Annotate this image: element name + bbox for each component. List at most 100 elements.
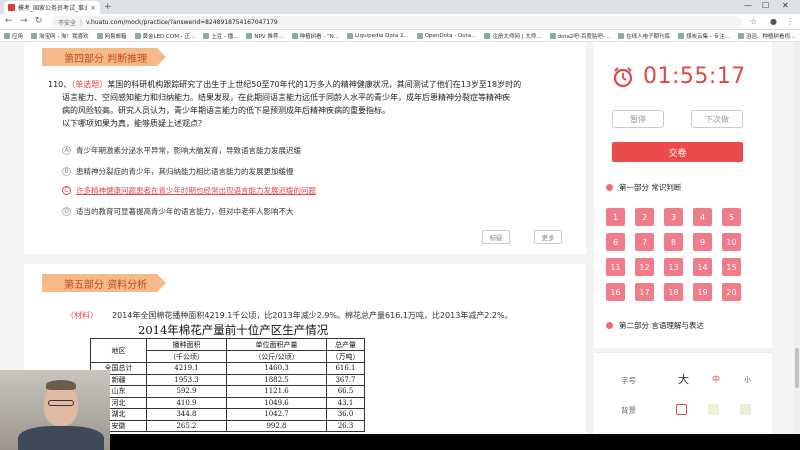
maximize-icon[interactable]: ☐ [762,1,769,10]
bookmark-item[interactable]: 黄金LED.COM - 正... [134,32,196,40]
bookmark-item[interactable]: 种植树看 - "N... [291,32,339,40]
table-row: 安徽 265.2 992.8 26.3 [90,419,365,432]
table-cell: 265.2 [146,419,227,432]
new-tab-button[interactable]: + [104,2,112,12]
bookmark-item[interactable]: 应用 [4,32,23,40]
bookmark-item[interactable]: OpenDota - Dota... [416,32,476,39]
page-scrollbar[interactable] [794,42,800,434]
question-number-button[interactable]: 18 [664,283,683,301]
question-number-button[interactable]: 3 [664,208,683,226]
bookmark-label: 黄金LED.COM - 正... [142,33,196,40]
table-cell: 43.1 [326,396,365,409]
question-stem-line-1: 110、（单选题）某国的科研机构跟踪研究了出生于上世纪50至70年代的1万多人的… [48,80,568,90]
menu-icon[interactable]: ⋮ [786,17,794,26]
bookmark-label: dota2吧-百度贴吧-... [557,33,611,40]
option-d[interactable]: D 适当的教育可显著提高青少年的语言能力，但对中老年人影响不大 [62,206,294,217]
question-number-button[interactable]: 20 [722,283,741,301]
question-number-button[interactable]: 11 [606,258,625,276]
part1-heading[interactable]: 第一部分 常识判断 [606,182,681,193]
bookmark-label: Liquipedia Dota 2... [354,32,409,39]
option-letter: A [62,146,71,155]
question-number-button[interactable]: 14 [693,258,712,276]
collapse-dot-icon [606,322,613,329]
insecure-indicator[interactable]: 不安全 [58,18,76,27]
option-letter: C [62,186,71,195]
option-c[interactable]: C 许多精神健康问题患者在青少年时期也经常出现语言能力发展迟缓的问题 [62,185,316,196]
font-large-option[interactable]: 大 [678,371,689,387]
part1-label: 第一部分 常识判断 [619,183,682,192]
minimize-icon[interactable]: — [744,1,752,10]
reload-icon[interactable]: ↻ [35,16,43,26]
question-number-button[interactable]: 16 [606,283,625,301]
question-number-button[interactable]: 7 [635,233,654,251]
unit-yield: （公斤/公顷） [226,350,327,363]
question-number-button[interactable]: 15 [722,258,741,276]
header-area: 播种面积 [146,338,227,351]
bookmark-item[interactable]: NPV 推荐... [246,32,284,40]
bookmark-item[interactable]: dota2吧-百度贴吧-... [549,32,611,40]
profile-icon[interactable]: ● [770,17,777,26]
mark-doubt-button[interactable]: 标疑 [482,230,510,244]
countdown-timer: 01:55:17 [643,64,746,89]
font-small-option[interactable]: 小 [744,375,751,385]
question-number-button[interactable]: 17 [635,283,654,301]
bookmark-label: 网易邮箱 [104,33,127,40]
browser-tab[interactable]: 模考_国家公务员考试_事业单位 × [4,1,100,14]
material-text: （材料） 2014年全国棉花播种面积4219.1千公顷，比2013年减少2.9%。… [66,310,513,321]
question-number-button[interactable]: 19 [693,283,712,301]
table-cell: 1121.6 [226,385,327,398]
option-b[interactable]: B 患精神分裂症的青少年，其归纳能力相比语言能力的发展更加缓慢 [62,166,294,177]
submit-exam-button[interactable]: 交卷 [612,142,743,162]
question-number-button[interactable]: 4 [693,208,712,226]
question-type-tag: （单选题） [71,80,108,89]
bg-green-swatch[interactable] [740,404,751,415]
option-text: 许多精神健康问题患者在青少年时期也经常出现语言能力发展迟缓的问题 [76,186,316,195]
table-cell: 992.8 [226,419,327,432]
table-cell: 410.9 [146,396,227,409]
table-cell: 4219.1 [146,362,227,375]
back-icon[interactable]: ← [5,16,13,26]
bookmark-label: 滔滔、种植树看视... [745,33,796,40]
bookmark-item[interactable]: 煤炭云集 - 专注... [678,32,730,40]
question-number-button[interactable]: 10 [722,233,741,251]
header-region: 地区 [90,338,147,363]
bookmark-favicon-icon [737,32,744,39]
option-a[interactable]: A 青少年期激素分泌水平异常，影响大脑发育，导致语言能力发展迟缓 [62,145,301,156]
url-text: v.huatu.com/mock/practice/?answerid=8248… [86,18,278,26]
font-medium-option[interactable]: 中 [712,374,720,385]
question-number-button[interactable]: 6 [606,233,625,251]
bookmark-item[interactable]: Liquipedia Dota 2... [346,32,409,39]
bookmark-item[interactable]: 在线人电子期刊库 [618,32,670,40]
do-later-button[interactable]: 下次做 [691,110,743,128]
bg-beige-swatch[interactable] [708,404,719,415]
table-header-row: 地区 播种面积 单位面积产量 总产量 [90,338,365,363]
question-number-button[interactable]: 9 [693,233,712,251]
part2-heading[interactable]: 第二部分 言语理解与表达 [606,320,704,331]
forward-icon[interactable]: → [20,16,28,26]
star-icon[interactable]: ☆ [750,17,757,26]
question-number-button[interactable]: 1 [606,208,625,226]
question-number-button[interactable]: 2 [635,208,654,226]
table-cell: 616.1 [326,362,365,375]
cotton-production-table: 地区 播种面积 单位面积产量 总产量 （千公顷） （公斤/公顷） （万吨） 全国… [90,338,365,432]
close-window-icon[interactable]: ✕ [782,1,789,10]
close-tab-icon[interactable]: × [90,4,96,12]
bookmark-item[interactable]: 淘宝网 - 淘！我喜欢 [31,32,89,40]
more-button[interactable]: 更多 [534,230,562,244]
part2-label: 第二部分 言语理解与表达 [619,321,704,330]
bookmarks-bar: 应用 淘宝网 - 淘！我喜欢 网易邮箱 黄金LED.COM - 正... 土豆 - 播.… [0,30,800,42]
display-settings-panel: 字号 大 中 小 背景 [594,352,772,434]
question-number-button[interactable]: 8 [664,233,683,251]
pause-button[interactable]: 暂停 [612,110,664,128]
bookmark-item[interactable]: 网易邮箱 [96,32,127,40]
bg-white-swatch[interactable] [676,404,687,415]
bookmark-favicon-icon [416,32,423,39]
address-bar[interactable]: 不安全 | v.huatu.com/mock/practice/?answeri… [52,16,742,28]
bookmark-item[interactable]: 土豆 - 播... [203,32,238,40]
bookmark-item[interactable]: 注册大师网 | 大师... [484,32,542,40]
question-number-button[interactable]: 5 [722,208,741,226]
question-number-button[interactable]: 13 [664,258,683,276]
question-number-button[interactable]: 12 [635,258,654,276]
scrollbar-thumb[interactable] [795,348,799,388]
bookmark-item[interactable]: 滔滔、种植树看视... [737,32,796,40]
